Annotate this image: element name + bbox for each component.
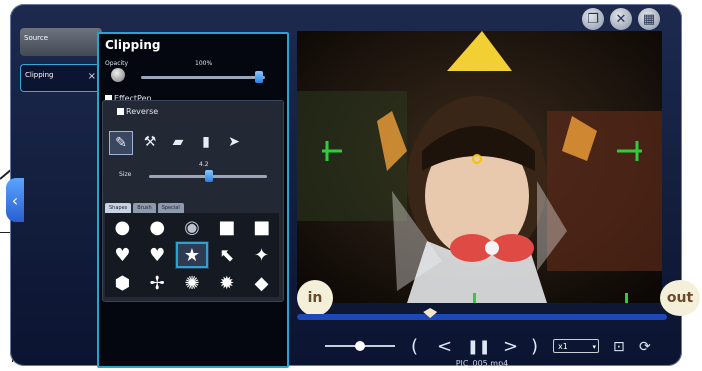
window-controls: ❐ ✕ ▦ <box>582 8 660 30</box>
grid-icon[interactable]: ▦ <box>638 8 660 30</box>
out-point-button[interactable]: out <box>660 280 700 316</box>
circle-icon[interactable]: ● <box>140 213 175 241</box>
close-icon[interactable]: × <box>88 71 96 82</box>
timeline-bar[interactable] <box>297 308 667 320</box>
volume-handle[interactable] <box>355 341 365 351</box>
file-name: PIC_005.mp4 <box>455 359 509 368</box>
tab-label: Clipping <box>25 71 54 79</box>
video-preview[interactable] <box>297 31 662 303</box>
pen-icon[interactable]: ✎ <box>109 131 133 155</box>
tab-label: Source <box>24 34 49 42</box>
out-label: out <box>666 290 694 306</box>
heart-icon[interactable]: ♥ <box>105 241 140 269</box>
badge-icon[interactable]: ✺ <box>175 269 210 297</box>
size-value: 4.2 <box>199 161 209 168</box>
clipping-panel: Clipping Opacity 100% EffectPen Reverse … <box>97 32 289 368</box>
square-icon[interactable]: ■ <box>209 213 244 241</box>
volume-slider[interactable] <box>325 341 395 351</box>
tool-row: ✎ ⚒ ▰ ▮ ➤ <box>109 131 245 155</box>
collapse-arrow-button[interactable]: ‹ <box>6 178 24 222</box>
heart-icon[interactable]: ♥ <box>140 241 175 269</box>
copy-icon[interactable]: ❐ <box>582 8 604 30</box>
panel-title: Clipping <box>105 38 161 52</box>
camera-icon[interactable]: ⊡ <box>613 335 625 359</box>
checkbox-icon[interactable] <box>117 108 124 115</box>
step-forward-icon[interactable]: > <box>503 335 518 359</box>
in-label: in <box>307 290 323 306</box>
brush-subtabs: Shapes Brush Special <box>105 203 184 213</box>
speed-select[interactable]: x1 ▾ <box>553 339 599 353</box>
cursor-icon[interactable]: ➤ <box>223 131 245 153</box>
size-slider-handle[interactable] <box>205 170 213 182</box>
close-icon[interactable]: ✕ <box>610 8 632 30</box>
loop-icon[interactable]: ⟳ <box>639 335 651 359</box>
speed-value: x1 <box>558 342 568 351</box>
subtab-special[interactable]: Special <box>157 203 184 213</box>
chevron-down-icon: ▾ <box>592 343 596 351</box>
opacity-value: 100% <box>195 60 213 67</box>
effect-pen-box: Reverse ✎ ⚒ ▰ ▮ ➤ Size 4.2 Shapes Brush … <box>102 100 284 302</box>
glow-circle-icon[interactable]: ◉ <box>175 213 210 241</box>
square-icon[interactable]: ■ <box>244 213 279 241</box>
eraser-icon[interactable]: ▰ <box>167 131 189 153</box>
opacity-slider-handle[interactable] <box>255 71 263 83</box>
in-point-button[interactable]: in <box>297 280 333 316</box>
subtab-brush[interactable]: Brush <box>133 203 156 213</box>
pinwheel-icon[interactable]: ✢ <box>140 269 175 297</box>
reverse-label: Reverse <box>126 107 159 116</box>
circle-icon[interactable]: ● <box>105 213 140 241</box>
prev-marker-icon[interactable]: ( <box>411 335 418 359</box>
side-tabs: Source Clipping × <box>20 28 102 100</box>
arrow-icon[interactable]: ⬉ <box>209 241 244 269</box>
reverse-toggle[interactable]: Reverse <box>117 107 158 116</box>
opacity-label: Opacity <box>105 60 129 67</box>
star-icon[interactable]: ★ <box>174 241 210 269</box>
subtab-shapes[interactable]: Shapes <box>105 203 132 213</box>
tab-clipping[interactable]: Clipping × <box>20 64 102 92</box>
step-back-icon[interactable]: < <box>437 335 452 359</box>
size-slider[interactable] <box>149 170 267 182</box>
size-label: Size <box>119 171 132 178</box>
opacity-dial-icon[interactable] <box>111 68 125 82</box>
sparkle-icon[interactable]: ✦ <box>244 241 279 269</box>
video-frame-image <box>297 31 662 303</box>
stamp-icon[interactable]: ⚒ <box>139 131 161 153</box>
tab-source[interactable]: Source <box>20 28 102 56</box>
shape-grid: ● ● ◉ ■ ■ ♥ ♥ ★ ⬉ ✦ ⬢ ✢ ✺ ✹ ◆ <box>105 213 279 297</box>
opacity-slider[interactable] <box>141 71 265 83</box>
next-marker-icon[interactable]: ) <box>531 335 538 359</box>
diamond-icon[interactable]: ◆ <box>244 269 279 297</box>
burst-icon[interactable]: ✹ <box>209 269 244 297</box>
pause-icon[interactable]: ❚❚ <box>467 335 490 359</box>
hexagon-icon[interactable]: ⬢ <box>105 269 140 297</box>
player-controls: ( < ❚❚ > ) x1 ▾ ⊡ ⟳ <box>325 335 665 359</box>
bucket-icon[interactable]: ▮ <box>195 131 217 153</box>
